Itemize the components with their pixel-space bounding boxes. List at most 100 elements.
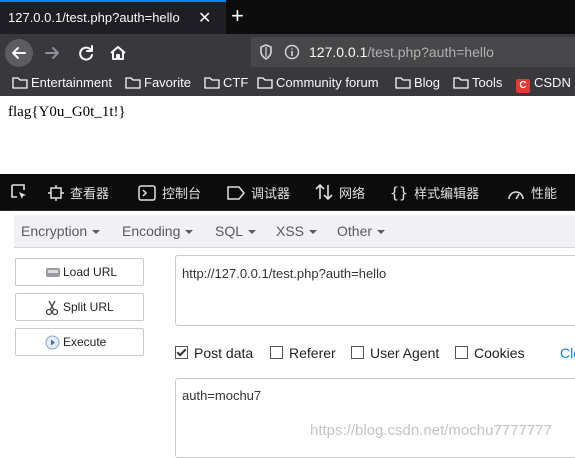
tab-label: 性能 [531, 186, 558, 201]
menu-other[interactable]: Other [337, 223, 386, 239]
tab-style-editor[interactable]: {} 样式编辑器 [390, 183, 479, 202]
chevron-down-icon [185, 230, 194, 234]
shield-icon[interactable] [259, 44, 273, 60]
checkbox-label: User Agent [370, 345, 440, 361]
menu-label: Encoding [122, 223, 181, 239]
chevron-down-icon [309, 230, 318, 234]
chevron-down-icon [92, 230, 101, 234]
folder-icon [453, 77, 469, 89]
url-path: /test.php?auth=hello [367, 44, 494, 60]
load-url-button[interactable]: Load URL [15, 258, 144, 286]
console-icon [138, 185, 156, 201]
reload-button[interactable] [72, 39, 100, 67]
tab-label: 查看器 [70, 186, 110, 201]
menu-encryption[interactable]: Encryption [21, 223, 101, 239]
bookmark-csdn[interactable]: C CSDN [516, 75, 571, 93]
tab-network[interactable]: 网络 [315, 183, 365, 202]
tab-strip: 127.0.0.1/test.php?auth=hello ✕ + [0, 0, 575, 34]
tab-label: 调试器 [251, 186, 291, 201]
home-icon [110, 46, 126, 60]
referer-checkbox[interactable]: Referer [270, 345, 336, 361]
user-agent-checkbox[interactable]: User Agent [351, 345, 439, 361]
hackbar-menu: Encryption Encoding SQL XSS Other [14, 215, 575, 248]
bookmark-favorite[interactable]: Favorite [125, 75, 191, 90]
url-textarea[interactable]: http://127.0.0.1/test.php?auth=hello [175, 255, 575, 326]
bookmark-tools[interactable]: Tools [453, 75, 502, 90]
performance-icon [508, 191, 524, 200]
bookmark-label: Tools [472, 75, 503, 90]
url-text[interactable]: 127.0.0.1/test.php?auth=hello [309, 44, 494, 60]
network-icon [315, 183, 333, 201]
bookmark-label: Favorite [144, 75, 191, 90]
clear-all-link[interactable]: Cle [560, 345, 575, 361]
braces-icon: {} [390, 184, 409, 202]
tab-console[interactable]: 控制台 [138, 183, 201, 202]
button-label: Load URL [63, 265, 118, 279]
checkbox-label: Post data [194, 345, 254, 361]
bookmark-community-forum[interactable]: Community forum [257, 75, 379, 90]
button-label: Split URL [63, 300, 114, 314]
tab-inspector[interactable]: 查看器 [48, 183, 109, 202]
bookmark-label: CTF [223, 75, 249, 90]
checkbox-label: Cookies [474, 345, 525, 361]
checkbox-icon [351, 346, 364, 359]
devtools-toolbar: 查看器 控制台 调试器 网络 {} 样式编辑器 性能 [0, 174, 575, 211]
back-button[interactable] [5, 39, 33, 67]
tab-label: 样式编辑器 [414, 186, 480, 201]
forward-arrow-icon [45, 47, 59, 59]
menu-sql[interactable]: SQL [215, 223, 257, 239]
folder-icon [204, 77, 220, 89]
new-tab-icon[interactable]: + [231, 3, 244, 29]
bookmark-label: Entertainment [31, 75, 112, 90]
execute-button[interactable]: Execute [15, 328, 144, 356]
chevron-down-icon [377, 230, 386, 234]
debugger-icon [227, 186, 245, 200]
tab-label: 网络 [339, 186, 366, 201]
nav-toolbar: 127.0.0.1/test.php?auth=hello [0, 34, 575, 70]
browser-tab[interactable]: 127.0.0.1/test.php?auth=hello ✕ [0, 0, 226, 34]
folder-icon [257, 77, 273, 89]
checkbox-label: Referer [289, 345, 336, 361]
play-icon [45, 335, 60, 350]
bookmark-blog[interactable]: Blog [395, 75, 440, 90]
tab-performance[interactable]: 性能 [507, 183, 557, 202]
bookmark-ctf[interactable]: CTF [204, 75, 248, 90]
cookies-checkbox[interactable]: Cookies [455, 345, 525, 361]
url-textarea-value: http://127.0.0.1/test.php?auth=hello [182, 266, 387, 281]
load-url-icon [46, 268, 60, 277]
split-url-button[interactable]: Split URL [15, 293, 144, 321]
post-data-value: auth=mochu7 [182, 388, 262, 403]
folder-icon [12, 77, 28, 89]
post-data-textarea[interactable]: auth=mochu7 [175, 378, 575, 458]
menu-label: SQL [215, 223, 244, 239]
home-button[interactable] [104, 39, 132, 67]
menu-label: Other [337, 223, 373, 239]
element-picker-icon[interactable] [9, 182, 29, 202]
tab-label: 控制台 [162, 186, 202, 201]
info-icon[interactable] [284, 44, 300, 60]
bookmarks-bar: Entertainment Favorite CTF Community for… [0, 70, 575, 96]
tab-title: 127.0.0.1/test.php?auth=hello [8, 10, 180, 25]
url-bar[interactable]: 127.0.0.1/test.php?auth=hello [251, 37, 575, 67]
page-flag-text: flag{Y0u_G0t_1t!} [8, 104, 126, 120]
reload-icon [79, 45, 93, 61]
bookmark-label: Community forum [276, 75, 379, 90]
scissors-icon [45, 300, 59, 316]
watermark: https://blog.csdn.net/mochu7777777 [310, 422, 552, 439]
forward-button[interactable] [38, 39, 66, 67]
button-label: Execute [63, 335, 107, 349]
menu-encoding[interactable]: Encoding [122, 223, 194, 239]
menu-label: XSS [276, 223, 305, 239]
bookmark-label: Blog [414, 75, 441, 90]
url-host: 127.0.0.1 [309, 44, 368, 60]
close-tab-icon[interactable]: ✕ [198, 8, 211, 28]
bookmark-entertainment[interactable]: Entertainment [12, 75, 112, 90]
csdn-icon: C [516, 79, 530, 93]
bookmark-label: CSDN [534, 75, 571, 90]
checkbox-icon [455, 346, 468, 359]
post-data-checkbox[interactable]: Post data [175, 345, 253, 361]
menu-xss[interactable]: XSS [276, 223, 318, 239]
folder-icon [395, 77, 411, 89]
checkbox-checked-icon [175, 346, 188, 359]
tab-debugger[interactable]: 调试器 [227, 183, 290, 202]
